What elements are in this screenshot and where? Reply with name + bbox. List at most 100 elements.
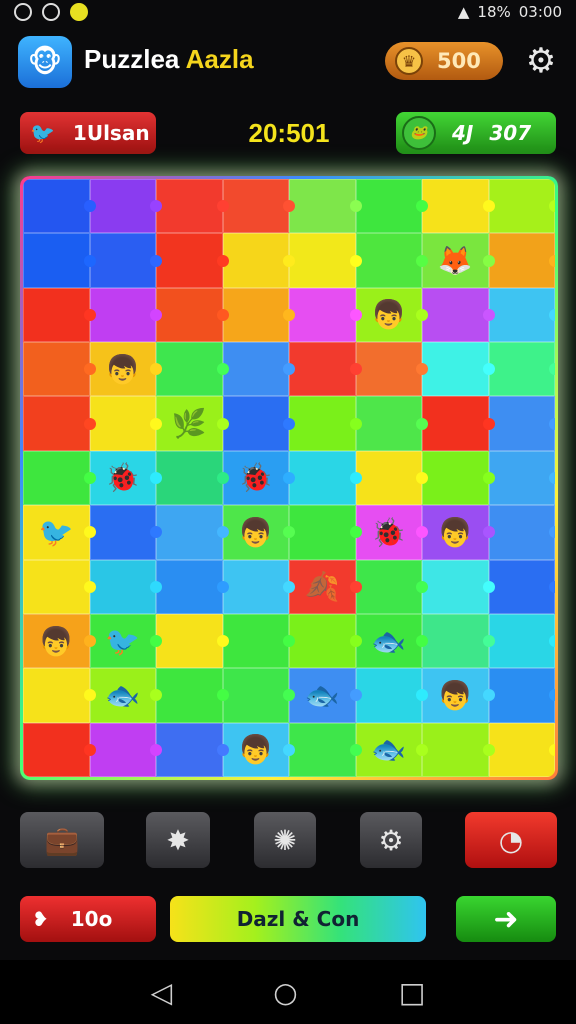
puzzle-piece[interactable] [89, 722, 156, 777]
puzzle-piece[interactable]: 🐟 [89, 668, 156, 723]
puzzle-piece[interactable] [222, 559, 289, 614]
puzzle-piece[interactable] [355, 450, 422, 506]
puzzle-piece[interactable] [422, 179, 489, 234]
puzzle-piece[interactable] [23, 287, 90, 343]
coins-counter[interactable]: ♛ 500 [385, 42, 503, 80]
puzzle-piece[interactable] [422, 722, 489, 777]
puzzle-piece[interactable] [488, 722, 555, 777]
puzzle-piece[interactable] [289, 342, 356, 397]
monkey-face-icon[interactable]: 🐵 [18, 36, 72, 88]
hint-button[interactable]: ❥ 10o [20, 896, 156, 942]
puzzle-piece[interactable] [289, 450, 356, 506]
puzzle-piece[interactable] [89, 179, 156, 234]
puzzle-piece[interactable] [488, 559, 555, 614]
puzzle-piece[interactable]: 🍂 [289, 559, 356, 614]
puzzle-piece[interactable]: 🐦 [89, 613, 156, 669]
puzzle-piece[interactable]: 🐞 [222, 450, 289, 506]
player-badge[interactable]: 🐦 1Ulsan [20, 112, 156, 154]
puzzle-piece[interactable] [156, 559, 223, 614]
puzzle-piece[interactable]: 👦 [23, 613, 90, 669]
puzzle-piece[interactable] [422, 450, 489, 506]
puzzle-piece[interactable] [289, 287, 356, 343]
briefcase-button[interactable]: 💼 [20, 812, 104, 868]
puzzle-piece[interactable] [355, 233, 422, 288]
sparkle-button[interactable]: ✺ [254, 812, 316, 868]
puzzle-piece[interactable] [488, 396, 555, 451]
puzzle-piece[interactable]: 🐞 [355, 505, 422, 560]
score-badge[interactable]: 🐸 4J 307 [396, 112, 556, 154]
puzzle-piece[interactable]: 🦊 [422, 233, 489, 288]
puzzle-piece[interactable]: 👦 [422, 505, 489, 560]
puzzle-piece[interactable]: 👦 [422, 668, 489, 723]
star-burst-button[interactable]: ✸ [146, 812, 210, 868]
puzzle-piece[interactable] [23, 559, 90, 614]
puzzle-piece[interactable] [355, 396, 422, 451]
back-triangle-icon[interactable]: ◁ [151, 976, 173, 1009]
puzzle-piece[interactable] [488, 233, 555, 288]
puzzle-piece[interactable] [156, 233, 223, 288]
puzzle-piece[interactable] [23, 668, 90, 723]
settings-button[interactable]: ⚙ [360, 812, 422, 868]
puzzle-piece[interactable] [156, 342, 223, 397]
puzzle-piece[interactable] [422, 396, 489, 451]
puzzle-piece[interactable] [23, 179, 90, 234]
puzzle-piece[interactable] [89, 287, 156, 343]
puzzle-piece[interactable] [156, 287, 223, 343]
puzzle-piece[interactable] [23, 450, 90, 506]
gear-icon[interactable]: ⚙ [522, 42, 560, 80]
puzzle-piece[interactable]: 🐟 [289, 668, 356, 723]
puzzle-piece[interactable] [156, 179, 223, 234]
puzzle-piece[interactable] [355, 559, 422, 614]
puzzle-piece[interactable] [488, 613, 555, 669]
puzzle-piece[interactable] [355, 179, 422, 234]
puzzle-piece[interactable] [23, 722, 90, 777]
puzzle-piece[interactable] [289, 233, 356, 288]
puzzle-piece[interactable]: 👦 [89, 342, 156, 397]
puzzle-piece[interactable] [422, 287, 489, 343]
puzzle-piece[interactable]: 🐦 [23, 505, 90, 560]
center-action-button[interactable]: Dazl & Con [170, 896, 426, 942]
puzzle-piece[interactable]: 🐟 [355, 613, 422, 669]
puzzle-piece[interactable] [422, 559, 489, 614]
puzzle-piece[interactable] [289, 505, 356, 560]
puzzle-piece[interactable] [422, 342, 489, 397]
puzzle-piece[interactable] [222, 287, 289, 343]
puzzle-piece[interactable] [222, 233, 289, 288]
puzzle-piece[interactable] [488, 450, 555, 506]
puzzle-piece[interactable] [355, 668, 422, 723]
puzzle-piece[interactable] [156, 613, 223, 669]
puzzle-piece[interactable] [222, 342, 289, 397]
recent-square-icon[interactable]: □ [399, 976, 425, 1009]
puzzle-piece[interactable] [156, 668, 223, 723]
puzzle-piece[interactable]: 👦 [355, 287, 422, 343]
puzzle-piece[interactable]: 🐞 [89, 450, 156, 506]
next-button[interactable]: ➜ [456, 896, 556, 942]
puzzle-piece[interactable] [422, 613, 489, 669]
puzzle-piece[interactable] [488, 668, 555, 723]
puzzle-piece[interactable]: 👦 [222, 722, 289, 777]
puzzle-piece[interactable] [89, 396, 156, 451]
puzzle-piece[interactable] [289, 179, 356, 234]
puzzle-piece[interactable] [488, 342, 555, 397]
puzzle-piece[interactable]: 🐟 [355, 722, 422, 777]
puzzle-piece[interactable]: 🌿 [156, 396, 223, 451]
puzzle-piece[interactable] [289, 722, 356, 777]
puzzle-piece[interactable] [289, 613, 356, 669]
puzzle-piece[interactable] [156, 450, 223, 506]
puzzle-piece[interactable] [488, 179, 555, 234]
puzzle-piece[interactable] [23, 233, 90, 288]
puzzle-piece[interactable] [222, 396, 289, 451]
puzzle-piece[interactable] [355, 342, 422, 397]
puzzle-piece[interactable] [23, 342, 90, 397]
puzzle-piece[interactable] [89, 505, 156, 560]
puzzle-piece[interactable]: 👦 [222, 505, 289, 560]
puzzle-piece[interactable] [488, 505, 555, 560]
puzzle-piece[interactable] [289, 396, 356, 451]
home-circle-icon[interactable]: ○ [273, 976, 297, 1009]
timer-button[interactable]: ◔ [465, 812, 557, 868]
puzzle-piece[interactable] [23, 396, 90, 451]
puzzle-piece[interactable] [488, 287, 555, 343]
puzzle-piece[interactable] [89, 559, 156, 614]
puzzle-piece[interactable] [222, 668, 289, 723]
puzzle-piece[interactable] [89, 233, 156, 288]
